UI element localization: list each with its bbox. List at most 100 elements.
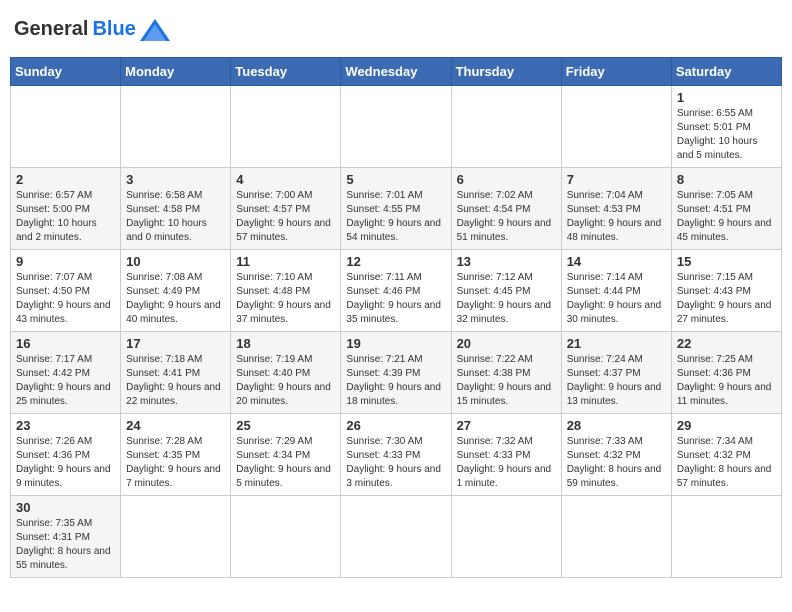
day-number: 6 xyxy=(457,172,556,187)
day-number: 11 xyxy=(236,254,335,269)
day-info: Sunrise: 7:29 AM Sunset: 4:34 PM Dayligh… xyxy=(236,435,335,491)
calendar-cell: 21 Sunrise: 7:24 AM Sunset: 4:37 PM Dayli… xyxy=(561,332,671,414)
day-info: Sunrise: 7:34 AM Sunset: 4:32 PM Dayligh… xyxy=(677,435,776,491)
day-header-monday: Monday xyxy=(121,58,231,86)
day-info: Sunrise: 7:25 AM Sunset: 4:36 PM Dayligh… xyxy=(677,353,776,409)
day-number: 13 xyxy=(457,254,556,269)
logo-general-text: General xyxy=(14,18,88,41)
day-header-thursday: Thursday xyxy=(451,58,561,86)
day-number: 3 xyxy=(126,172,225,187)
day-info: Sunrise: 7:05 AM Sunset: 4:51 PM Dayligh… xyxy=(677,189,776,245)
calendar-week-4: 16 Sunrise: 7:17 AM Sunset: 4:42 PM Dayli… xyxy=(11,332,782,414)
day-info: Sunrise: 7:17 AM Sunset: 4:42 PM Dayligh… xyxy=(16,353,115,409)
calendar-cell: 27 Sunrise: 7:32 AM Sunset: 4:33 PM Dayli… xyxy=(451,414,561,496)
calendar-cell: 4 Sunrise: 7:00 AM Sunset: 4:57 PM Daylig… xyxy=(231,168,341,250)
calendar-cell: 7 Sunrise: 7:04 AM Sunset: 4:53 PM Daylig… xyxy=(561,168,671,250)
day-number: 20 xyxy=(457,336,556,351)
calendar-cell xyxy=(561,86,671,168)
calendar-cell xyxy=(121,496,231,578)
day-info: Sunrise: 7:10 AM Sunset: 4:48 PM Dayligh… xyxy=(236,271,335,327)
calendar-cell: 14 Sunrise: 7:14 AM Sunset: 4:44 PM Dayli… xyxy=(561,250,671,332)
day-info: Sunrise: 7:19 AM Sunset: 4:40 PM Dayligh… xyxy=(236,353,335,409)
calendar-cell xyxy=(561,496,671,578)
day-info: Sunrise: 7:00 AM Sunset: 4:57 PM Dayligh… xyxy=(236,189,335,245)
day-info: Sunrise: 7:32 AM Sunset: 4:33 PM Dayligh… xyxy=(457,435,556,491)
day-info: Sunrise: 7:08 AM Sunset: 4:49 PM Dayligh… xyxy=(126,271,225,327)
calendar-cell: 15 Sunrise: 7:15 AM Sunset: 4:43 PM Dayli… xyxy=(671,250,781,332)
calendar-cell: 8 Sunrise: 7:05 AM Sunset: 4:51 PM Daylig… xyxy=(671,168,781,250)
page-header: General Blue xyxy=(10,10,782,49)
day-info: Sunrise: 7:35 AM Sunset: 4:31 PM Dayligh… xyxy=(16,517,115,573)
day-info: Sunrise: 7:11 AM Sunset: 4:46 PM Dayligh… xyxy=(346,271,445,327)
day-info: Sunrise: 7:14 AM Sunset: 4:44 PM Dayligh… xyxy=(567,271,666,327)
calendar-cell: 26 Sunrise: 7:30 AM Sunset: 4:33 PM Dayli… xyxy=(341,414,451,496)
day-header-tuesday: Tuesday xyxy=(231,58,341,86)
day-number: 14 xyxy=(567,254,666,269)
calendar-cell: 30 Sunrise: 7:35 AM Sunset: 4:31 PM Dayli… xyxy=(11,496,121,578)
day-number: 18 xyxy=(236,336,335,351)
day-number: 26 xyxy=(346,418,445,433)
day-info: Sunrise: 7:07 AM Sunset: 4:50 PM Dayligh… xyxy=(16,271,115,327)
day-number: 19 xyxy=(346,336,445,351)
day-number: 24 xyxy=(126,418,225,433)
day-number: 2 xyxy=(16,172,115,187)
calendar-week-5: 23Sunrise: 7:26 AM Sunset: 4:36 PM Dayli… xyxy=(11,414,782,496)
day-info: Sunrise: 7:24 AM Sunset: 4:37 PM Dayligh… xyxy=(567,353,666,409)
calendar-table: SundayMondayTuesdayWednesdayThursdayFrid… xyxy=(10,57,782,578)
calendar-cell: 17Sunrise: 7:18 AM Sunset: 4:41 PM Dayli… xyxy=(121,332,231,414)
day-info: Sunrise: 7:28 AM Sunset: 4:35 PM Dayligh… xyxy=(126,435,225,491)
day-number: 1 xyxy=(677,90,776,105)
calendar-cell: 19 Sunrise: 7:21 AM Sunset: 4:39 PM Dayli… xyxy=(341,332,451,414)
day-info: Sunrise: 7:18 AM Sunset: 4:41 PM Dayligh… xyxy=(126,353,225,409)
calendar-week-3: 9 Sunrise: 7:07 AM Sunset: 4:50 PM Daylig… xyxy=(11,250,782,332)
calendar-cell: 6 Sunrise: 7:02 AM Sunset: 4:54 PM Daylig… xyxy=(451,168,561,250)
day-number: 28 xyxy=(567,418,666,433)
calendar-cell xyxy=(451,496,561,578)
day-number: 12 xyxy=(346,254,445,269)
day-number: 30 xyxy=(16,500,115,515)
calendar-cell: 20 Sunrise: 7:22 AM Sunset: 4:38 PM Dayli… xyxy=(451,332,561,414)
calendar-cell xyxy=(231,496,341,578)
day-info: Sunrise: 7:04 AM Sunset: 4:53 PM Dayligh… xyxy=(567,189,666,245)
day-number: 7 xyxy=(567,172,666,187)
calendar-cell: 11 Sunrise: 7:10 AM Sunset: 4:48 PM Dayli… xyxy=(231,250,341,332)
calendar-cell: 13 Sunrise: 7:12 AM Sunset: 4:45 PM Dayli… xyxy=(451,250,561,332)
day-header-sunday: Sunday xyxy=(11,58,121,86)
day-number: 29 xyxy=(677,418,776,433)
day-header-friday: Friday xyxy=(561,58,671,86)
day-number: 4 xyxy=(236,172,335,187)
day-info: Sunrise: 7:02 AM Sunset: 4:54 PM Dayligh… xyxy=(457,189,556,245)
day-header-wednesday: Wednesday xyxy=(341,58,451,86)
logo: General Blue xyxy=(14,18,170,41)
calendar-cell xyxy=(231,86,341,168)
calendar-cell: 9 Sunrise: 7:07 AM Sunset: 4:50 PM Daylig… xyxy=(11,250,121,332)
day-number: 8 xyxy=(677,172,776,187)
day-number: 27 xyxy=(457,418,556,433)
day-info: Sunrise: 7:01 AM Sunset: 4:55 PM Dayligh… xyxy=(346,189,445,245)
day-info: Sunrise: 7:26 AM Sunset: 4:36 PM Dayligh… xyxy=(16,435,115,491)
day-number: 10 xyxy=(126,254,225,269)
calendar-header-row: SundayMondayTuesdayWednesdayThursdayFrid… xyxy=(11,58,782,86)
calendar-cell: 25Sunrise: 7:29 AM Sunset: 4:34 PM Dayli… xyxy=(231,414,341,496)
calendar-week-6: 30 Sunrise: 7:35 AM Sunset: 4:31 PM Dayli… xyxy=(11,496,782,578)
calendar-cell xyxy=(341,496,451,578)
calendar-cell: 28Sunrise: 7:33 AM Sunset: 4:32 PM Dayli… xyxy=(561,414,671,496)
day-header-saturday: Saturday xyxy=(671,58,781,86)
calendar-cell xyxy=(121,86,231,168)
calendar-cell: 10 Sunrise: 7:08 AM Sunset: 4:49 PM Dayli… xyxy=(121,250,231,332)
day-info: Sunrise: 7:30 AM Sunset: 4:33 PM Dayligh… xyxy=(346,435,445,491)
calendar-cell: 3Sunrise: 6:58 AM Sunset: 4:58 PM Daylig… xyxy=(121,168,231,250)
day-info: Sunrise: 7:12 AM Sunset: 4:45 PM Dayligh… xyxy=(457,271,556,327)
calendar-cell: 12 Sunrise: 7:11 AM Sunset: 4:46 PM Dayli… xyxy=(341,250,451,332)
calendar-cell: 5Sunrise: 7:01 AM Sunset: 4:55 PM Daylig… xyxy=(341,168,451,250)
day-number: 16 xyxy=(16,336,115,351)
day-info: Sunrise: 7:22 AM Sunset: 4:38 PM Dayligh… xyxy=(457,353,556,409)
day-number: 21 xyxy=(567,336,666,351)
calendar-cell: 16 Sunrise: 7:17 AM Sunset: 4:42 PM Dayli… xyxy=(11,332,121,414)
day-info: Sunrise: 6:55 AM Sunset: 5:01 PM Dayligh… xyxy=(677,107,776,163)
day-number: 15 xyxy=(677,254,776,269)
day-number: 9 xyxy=(16,254,115,269)
day-info: Sunrise: 7:21 AM Sunset: 4:39 PM Dayligh… xyxy=(346,353,445,409)
calendar-cell: 23Sunrise: 7:26 AM Sunset: 4:36 PM Dayli… xyxy=(11,414,121,496)
day-info: Sunrise: 7:15 AM Sunset: 4:43 PM Dayligh… xyxy=(677,271,776,327)
